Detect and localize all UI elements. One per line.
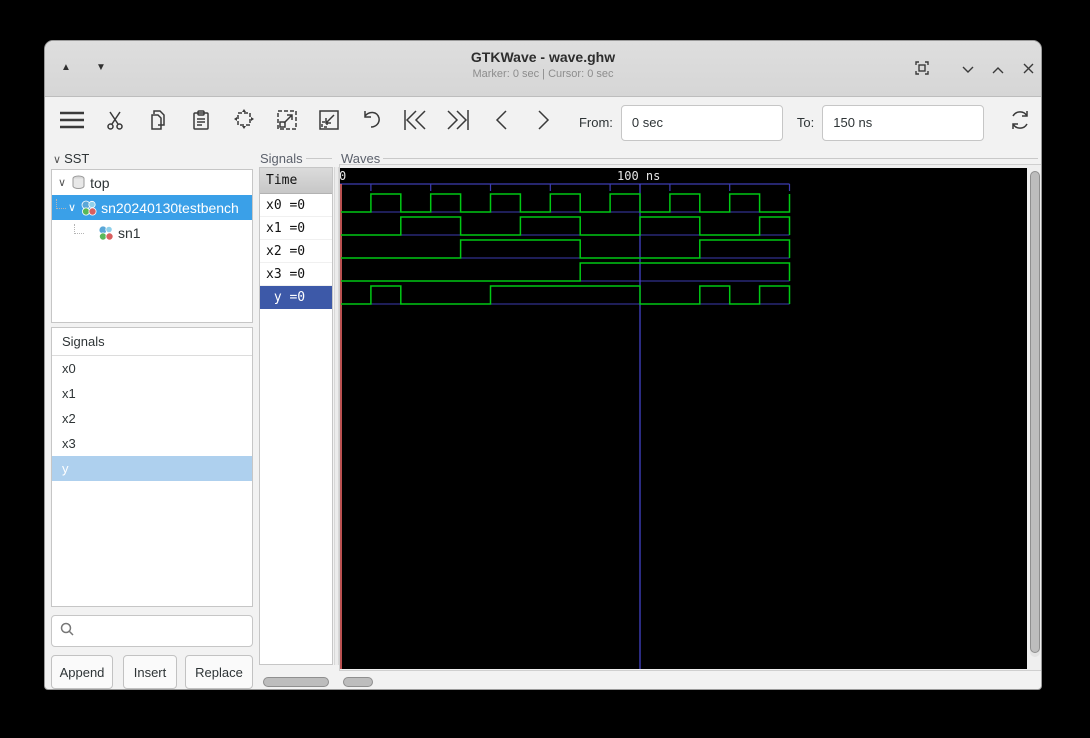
waves-hscrollbar[interactable] — [343, 677, 373, 687]
cut-button[interactable] — [94, 103, 137, 143]
sst-tree: ∨ top ∨ sn20240130testbench sn1 — [51, 169, 253, 323]
to-label: To: — [796, 115, 815, 130]
signal-name-panel: Time x0 =0 x1 =0 x2 =0 x3 =0 y =0 — [259, 167, 333, 665]
step-right-icon — [537, 109, 551, 136]
signal-item-x2[interactable]: x2 — [52, 406, 252, 431]
from-input[interactable] — [620, 104, 783, 141]
zoom-fit-button[interactable] — [222, 103, 265, 143]
maximize-button[interactable] — [987, 59, 1009, 81]
module-icon — [81, 200, 97, 216]
toolbar: From: To: — [45, 98, 1041, 147]
zoom-out-arrow-icon — [276, 109, 298, 136]
zoom-fit-icon — [232, 109, 256, 136]
module-icon — [98, 225, 114, 241]
tree-node-testbench[interactable]: ∨ sn20240130testbench — [52, 195, 252, 220]
waveform-x1 — [341, 216, 791, 236]
skip-to-start-icon — [403, 109, 427, 136]
signal-item-y[interactable]: y — [52, 456, 252, 481]
wave-signal-row-y[interactable]: y =0 — [260, 286, 332, 309]
insert-button[interactable]: Insert — [123, 655, 177, 689]
signal-filter — [51, 615, 256, 647]
undo-button[interactable] — [351, 103, 394, 143]
skip-to-end-icon — [446, 109, 470, 136]
tree-node-top[interactable]: ∨ top — [52, 170, 252, 195]
chevron-up-icon — [992, 61, 1004, 79]
gtkwave-window: ▲ ▼ GTKWave - wave.ghw Marker: 0 sec | C… — [44, 40, 1042, 690]
tree-node-sn1[interactable]: sn1 — [52, 220, 252, 245]
tree-node-label: sn1 — [118, 224, 141, 241]
wave-signal-row-x3[interactable]: x3 =0 — [260, 263, 332, 286]
sst-expander-label: SST — [64, 151, 90, 166]
close-button[interactable] — [1017, 59, 1039, 81]
chevron-down-icon — [962, 61, 974, 79]
cut-icon — [106, 110, 124, 135]
signal-item-x1[interactable]: x1 — [52, 381, 252, 406]
tree-connector — [56, 198, 66, 209]
step-left-button[interactable] — [479, 103, 522, 143]
waves-vscrollbar-track[interactable] — [1030, 171, 1040, 657]
waveform-x0 — [341, 193, 791, 213]
reload-icon — [1009, 109, 1031, 136]
skip-to-end-button[interactable] — [436, 103, 479, 143]
paste-icon — [192, 110, 210, 135]
sst-expander[interactable]: ∨ SST — [53, 151, 89, 166]
menu-icon — [59, 111, 85, 134]
zoom-in-arrow-icon — [318, 109, 340, 136]
scope-icon — [71, 175, 86, 190]
wave-signal-row-x0[interactable]: x0 =0 — [260, 194, 332, 217]
zoom-in-full-button[interactable] — [308, 103, 351, 143]
minimize-button[interactable] — [957, 59, 979, 81]
skip-to-start-button[interactable] — [394, 103, 437, 143]
signal-item-x0[interactable]: x0 — [52, 356, 252, 381]
wave-canvas[interactable]: 0 100 ns — [339, 168, 1027, 669]
append-button[interactable]: Append — [51, 655, 113, 689]
replace-button[interactable]: Replace — [185, 655, 253, 689]
signal-item-x3[interactable]: x3 — [52, 431, 252, 456]
waveform-x2 — [341, 239, 791, 259]
signals-list-header: Signals — [52, 328, 252, 356]
signal-panel-hscrollbar[interactable] — [263, 677, 329, 687]
copy-icon — [149, 110, 167, 135]
window-title: GTKWave - wave.ghw — [470, 49, 616, 65]
wave-signal-row-x1[interactable]: x1 =0 — [260, 217, 332, 240]
menu-button[interactable] — [51, 103, 94, 143]
waveform-x3 — [341, 262, 791, 282]
paste-button[interactable] — [179, 103, 222, 143]
expander-chevron-icon: ∨ — [68, 202, 77, 214]
waves-vscrollbar-thumb[interactable] — [1030, 171, 1040, 653]
svg-text:0: 0 — [340, 169, 346, 183]
step-right-button[interactable] — [522, 103, 565, 143]
step-left-icon — [494, 109, 508, 136]
undo-icon — [361, 110, 383, 135]
signal-search-results: Signals x0 x1 x2 x3 y — [51, 327, 253, 607]
chevron-down-icon: ∨ — [53, 154, 62, 166]
close-icon — [1023, 61, 1034, 79]
titlebar[interactable]: ▲ ▼ GTKWave - wave.ghw Marker: 0 sec | C… — [45, 41, 1041, 97]
tree-node-label: top — [90, 174, 110, 191]
fullscreen-icon — [915, 60, 929, 80]
fullscreen-button[interactable] — [911, 59, 933, 81]
wave-signal-row-x2[interactable]: x2 =0 — [260, 240, 332, 263]
waveform-y — [341, 285, 791, 305]
from-label: From: — [578, 115, 613, 130]
tree-connector — [74, 223, 84, 234]
zoom-out-full-button[interactable] — [265, 103, 308, 143]
waves-frame: 0 100 ns — [339, 164, 1041, 671]
copy-button[interactable] — [137, 103, 180, 143]
tree-node-label: sn20240130testbench — [101, 199, 239, 216]
time-header[interactable]: Time — [260, 168, 332, 194]
reload-button[interactable] — [998, 103, 1041, 143]
search-icon — [60, 622, 74, 641]
svg-text:100 ns: 100 ns — [617, 169, 660, 183]
marker-cursor-status: Marker: 0 sec | Cursor: 0 sec — [472, 68, 614, 80]
search-input[interactable] — [80, 618, 256, 644]
expander-chevron-icon: ∨ — [58, 177, 67, 189]
signals-frame-label: Signals — [260, 151, 332, 166]
to-input[interactable] — [822, 104, 985, 141]
